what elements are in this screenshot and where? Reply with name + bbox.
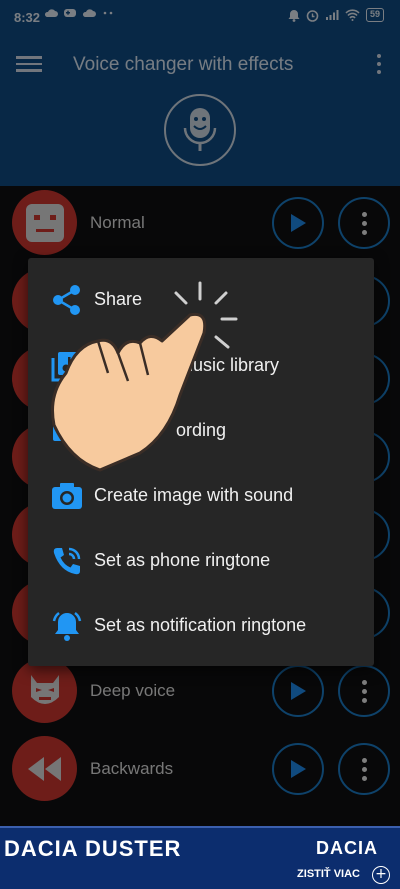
ad-banner[interactable]: DACIA DUSTER DACIA ZISTIŤ VIAC + (0, 826, 400, 889)
screen: 8:32 59 Voice changer with effects Norma… (0, 0, 400, 889)
menu-item-label: Set as notification ringtone (94, 615, 307, 635)
menu-item-label: Create image with sound (94, 485, 294, 505)
tutorial-hand-pointer (51, 281, 238, 472)
plus-icon[interactable]: + (372, 866, 390, 884)
ad-cta-button[interactable]: ZISTIŤ VIAC (297, 868, 360, 880)
menu-item-notification-ringtone[interactable]: Set as notification ringtone (28, 594, 374, 656)
phone-ringtone-icon (50, 544, 84, 578)
camera-icon (50, 479, 84, 513)
ad-brand: DACIA DUSTER (4, 836, 182, 861)
menu-item-label: Set as phone ringtone (94, 550, 271, 570)
bell-icon (50, 609, 84, 643)
menu-item-phone-ringtone[interactable]: Set as phone ringtone (28, 529, 374, 591)
ad-logo: DACIA (316, 838, 378, 858)
